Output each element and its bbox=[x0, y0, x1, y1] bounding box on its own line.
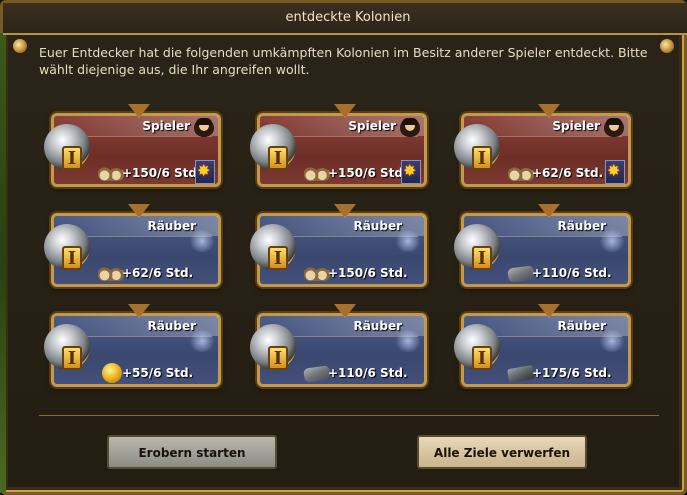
owner-type-label: Räuber bbox=[557, 319, 606, 333]
resource-amount: +150/6 Std. bbox=[328, 166, 408, 180]
resource-amount: +62/6 Std. bbox=[122, 266, 194, 280]
wood-icon bbox=[508, 167, 534, 181]
attack-icon bbox=[605, 160, 625, 184]
resource-amount: +110/6 Std. bbox=[532, 266, 612, 280]
colony-level: I bbox=[62, 346, 82, 370]
start-conquest-button[interactable]: Erobern starten bbox=[107, 435, 277, 469]
title-bar: entdeckte Kolonien bbox=[3, 3, 687, 35]
resource-amount: +150/6 Std. bbox=[328, 266, 408, 280]
colony-globe-icon: I bbox=[44, 324, 90, 370]
resource-amount: +55/6 Std. bbox=[122, 366, 194, 380]
colony-card[interactable]: I Räuber +110/6 Std. bbox=[250, 304, 427, 387]
wood-icon bbox=[98, 167, 124, 181]
owner-type-label: Räuber bbox=[353, 319, 402, 333]
colony-card[interactable]: I Räuber +110/6 Std. bbox=[454, 204, 631, 287]
colony-card[interactable]: I Spieler +150/6 Std. bbox=[44, 104, 221, 187]
colony-globe-icon: I bbox=[454, 324, 500, 370]
colony-level: I bbox=[472, 146, 492, 170]
colony-card[interactable]: I Spieler +150/6 Std. bbox=[250, 104, 427, 187]
dialog-title: entdeckte Kolonien bbox=[285, 10, 411, 25]
colony-globe-icon: I bbox=[454, 224, 500, 270]
stone-icon bbox=[507, 265, 535, 283]
owner-type-label: Spieler bbox=[552, 119, 600, 133]
intro-text: Euer Entdecker hat die folgenden umkämpf… bbox=[39, 45, 648, 77]
resource-amount: +62/6 Std. bbox=[532, 166, 604, 180]
owner-type-label: Spieler bbox=[142, 119, 190, 133]
colony-globe-icon: I bbox=[250, 124, 296, 170]
owner-type-label: Spieler bbox=[348, 119, 396, 133]
colony-globe-icon: I bbox=[250, 324, 296, 370]
rivet-icon bbox=[13, 39, 27, 53]
separator-line bbox=[39, 415, 659, 416]
colony-level: I bbox=[472, 246, 492, 270]
owner-type-label: Räuber bbox=[147, 319, 196, 333]
resource-amount: +110/6 Std. bbox=[328, 366, 408, 380]
owner-type-label: Räuber bbox=[557, 219, 606, 233]
wood-icon bbox=[304, 267, 330, 281]
attack-icon bbox=[401, 160, 421, 184]
resource-amount: +175/6 Std. bbox=[532, 366, 612, 380]
colony-level: I bbox=[268, 146, 288, 170]
colony-level: I bbox=[62, 146, 82, 170]
pirate-avatar-icon bbox=[400, 118, 420, 138]
colony-level: I bbox=[268, 346, 288, 370]
stone-icon bbox=[303, 365, 331, 383]
colony-level: I bbox=[268, 246, 288, 270]
wood-icon bbox=[304, 167, 330, 181]
colonies-dialog: entdeckte Kolonien Euer Entdecker hat di… bbox=[0, 0, 687, 495]
colony-globe-icon: I bbox=[44, 224, 90, 270]
colony-globe-icon: I bbox=[250, 224, 296, 270]
pirate-avatar-icon bbox=[194, 118, 214, 138]
attack-icon bbox=[195, 160, 215, 184]
owner-type-label: Räuber bbox=[147, 219, 196, 233]
colony-globe-icon: I bbox=[454, 124, 500, 170]
colony-card[interactable]: I Spieler +62/6 Std. bbox=[454, 104, 631, 187]
colony-card[interactable]: I Räuber +150/6 Std. bbox=[250, 204, 427, 287]
owner-type-label: Räuber bbox=[353, 219, 402, 233]
colony-level: I bbox=[62, 246, 82, 270]
gold-icon bbox=[102, 363, 122, 383]
colony-level: I bbox=[472, 346, 492, 370]
resource-amount: +150/6 Std. bbox=[122, 166, 202, 180]
colony-card[interactable]: I Räuber +62/6 Std. bbox=[44, 204, 221, 287]
colony-globe-icon: I bbox=[44, 124, 90, 170]
wood-icon bbox=[98, 267, 124, 281]
colony-card[interactable]: I Räuber +175/6 Std. bbox=[454, 304, 631, 387]
discard-all-targets-button[interactable]: Alle Ziele verwerfen bbox=[417, 435, 587, 469]
pirate-avatar-icon bbox=[604, 118, 624, 138]
colony-card[interactable]: I Räuber +55/6 Std. bbox=[44, 304, 221, 387]
background-grass-left bbox=[0, 33, 6, 493]
ore-icon bbox=[506, 364, 536, 384]
